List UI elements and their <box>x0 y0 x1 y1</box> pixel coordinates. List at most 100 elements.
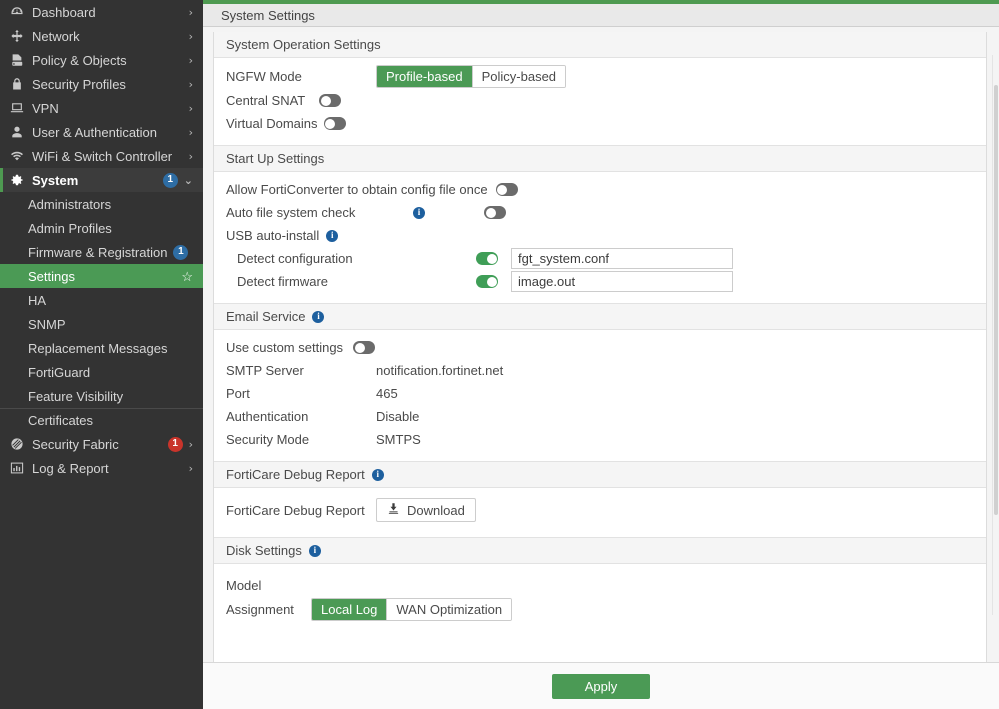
sidebar-item-label: Log & Report <box>32 460 109 476</box>
assignment-option-local-log[interactable]: Local Log <box>312 599 387 620</box>
section-title: FortiCare Debug Report <box>226 467 365 482</box>
sidebar-item-certificates[interactable]: Certificates <box>0 408 203 432</box>
sidebar-item-admin-profiles[interactable]: Admin Profiles <box>0 216 203 240</box>
sidebar-item-policy-objects[interactable]: Policy & Objects › <box>0 48 203 72</box>
auto-file-system-check-toggle[interactable] <box>484 206 506 219</box>
section-body-email-service: Use custom settings SMTP Server notifica… <box>214 330 986 461</box>
chevron-down-icon: ⌄ <box>183 173 193 187</box>
assignment-label: Assignment <box>226 602 294 617</box>
dashboard-gauge-icon <box>8 5 26 19</box>
row-central-snat: Central SNAT <box>226 89 986 112</box>
row-detect-firmware: Detect firmware <box>226 270 986 293</box>
chevron-right-icon: › <box>188 5 193 19</box>
chevron-right-icon: › <box>188 437 193 451</box>
sidebar-subitem-label: Replacement Messages <box>28 340 168 356</box>
central-snat-toggle[interactable] <box>319 94 342 107</box>
section-header-disk-settings: Disk Settings i <box>214 537 986 564</box>
ngfw-mode-option-policy-based[interactable]: Policy-based <box>471 66 566 87</box>
usb-auto-install-label: USB auto-install <box>226 228 320 243</box>
sidebar-item-vpn[interactable]: VPN › <box>0 96 203 120</box>
chart-bar-icon <box>8 461 26 475</box>
fortigate-admin-window: Dashboard › Network › Policy & Objects › <box>0 0 999 709</box>
sidebar-item-label: Network <box>32 28 80 44</box>
sidebar-item-network[interactable]: Network › <box>0 24 203 48</box>
sidebar-item-system[interactable]: System 1 ⌄ <box>0 168 203 192</box>
sidebar-item-security-fabric[interactable]: Security Fabric 1 › <box>0 432 203 456</box>
sidebar-item-feature-visibility[interactable]: Feature Visibility <box>0 384 203 408</box>
row-forticonverter: Allow FortiConverter to obtain config fi… <box>226 178 986 201</box>
vertical-scrollbar[interactable] <box>992 55 999 615</box>
chevron-right-icon: › <box>188 29 193 43</box>
info-icon[interactable]: i <box>326 229 339 242</box>
sidebar-subitem-label: FortiGuard <box>28 364 91 380</box>
sidebar-item-security-profiles[interactable]: Security Profiles › <box>0 72 203 96</box>
detect-configuration-toggle[interactable] <box>476 252 498 265</box>
sidebar-subitem-label: SNMP <box>28 316 66 332</box>
row-usb-auto-install: USB auto-install i <box>226 224 986 247</box>
virtual-domains-toggle[interactable] <box>323 117 346 130</box>
network-arrows-icon <box>8 29 26 43</box>
sidebar-item-label: Policy & Objects <box>32 52 127 68</box>
sidebar-item-fortiguard[interactable]: FortiGuard <box>0 360 203 384</box>
download-button[interactable]: Download <box>376 498 476 522</box>
sidebar-item-settings[interactable]: Settings ☆ <box>0 264 203 288</box>
assignment-option-wan-optimization[interactable]: WAN Optimization <box>386 599 512 620</box>
sidebar-item-ha[interactable]: HA <box>0 288 203 312</box>
security-mode-value: SMTPS <box>376 432 421 447</box>
detect-firmware-toggle[interactable] <box>476 275 498 288</box>
user-icon <box>8 125 26 139</box>
sidebar-item-wifi-switch-controller[interactable]: WiFi & Switch Controller › <box>0 144 203 168</box>
section-title: Email Service <box>226 309 306 324</box>
chevron-right-icon: › <box>188 53 193 67</box>
apply-button[interactable]: Apply <box>552 673 650 699</box>
sidebar-item-administrators[interactable]: Administrators <box>0 192 203 216</box>
settings-scroll-area[interactable]: System Operation Settings NGFW Mode Prof… <box>203 27 999 662</box>
favorite-star-icon[interactable]: ☆ <box>181 270 193 283</box>
main-sidebar: Dashboard › Network › Policy & Objects › <box>0 0 203 709</box>
detect-firmware-label: Detect firmware <box>237 274 329 289</box>
lock-icon <box>8 77 26 91</box>
detect-configuration-input[interactable] <box>511 248 733 269</box>
row-authentication: Authentication Disable <box>226 405 986 428</box>
authentication-label: Authentication <box>226 409 309 424</box>
sidebar-item-label: VPN <box>32 100 59 116</box>
forticonverter-toggle[interactable] <box>495 183 518 196</box>
sidebar-subitem-label: Administrators <box>28 196 112 212</box>
detect-firmware-input[interactable] <box>511 271 733 292</box>
scrollbar-thumb[interactable] <box>994 85 998 515</box>
section-header-email-service: Email Service i <box>214 303 986 330</box>
sidebar-badge: 1 <box>167 436 183 452</box>
section-header-system-operation: System Operation Settings <box>214 32 986 58</box>
sidebar-item-user-authentication[interactable]: User & Authentication › <box>0 120 203 144</box>
info-icon[interactable]: i <box>308 544 321 557</box>
sidebar-subitem-label: Certificates <box>28 413 94 428</box>
ngfw-mode-button-group[interactable]: Profile-based Policy-based <box>376 65 567 88</box>
use-custom-settings-toggle[interactable] <box>353 341 376 354</box>
sidebar-subitem-label: Feature Visibility <box>28 388 124 404</box>
sidebar-item-firmware-registration[interactable]: Firmware & Registration 1 <box>0 240 203 264</box>
info-icon[interactable]: i <box>312 310 325 323</box>
forticonverter-label: Allow FortiConverter to obtain config fi… <box>226 182 488 197</box>
row-model: Model <box>226 574 986 597</box>
wifi-icon <box>8 149 26 163</box>
ngfw-mode-option-profile-based[interactable]: Profile-based <box>377 66 472 87</box>
row-ngfw-mode: NGFW Mode Profile-based Policy-based <box>226 64 986 89</box>
sidebar-item-log-report[interactable]: Log & Report › <box>0 456 203 480</box>
policy-icon <box>8 53 26 67</box>
authentication-value: Disable <box>376 409 420 424</box>
section-title: Start Up Settings <box>226 151 325 166</box>
row-detect-configuration: Detect configuration <box>226 247 986 270</box>
sidebar-item-label: System <box>32 172 79 188</box>
info-icon[interactable]: i <box>371 468 384 481</box>
sidebar-item-dashboard[interactable]: Dashboard › <box>0 0 203 24</box>
sidebar-item-replacement-messages[interactable]: Replacement Messages <box>0 336 203 360</box>
smtp-server-label: SMTP Server <box>226 363 304 378</box>
sidebar-item-snmp[interactable]: SNMP <box>0 312 203 336</box>
info-icon[interactable]: i <box>413 206 425 219</box>
port-value: 465 <box>376 386 398 401</box>
ngfw-mode-label: NGFW Mode <box>226 69 302 84</box>
assignment-button-group[interactable]: Local Log WAN Optimization <box>311 598 513 621</box>
section-header-forticare-debug-report: FortiCare Debug Report i <box>214 461 986 488</box>
sidebar-item-label: Security Profiles <box>32 76 126 92</box>
model-label: Model <box>226 578 262 593</box>
